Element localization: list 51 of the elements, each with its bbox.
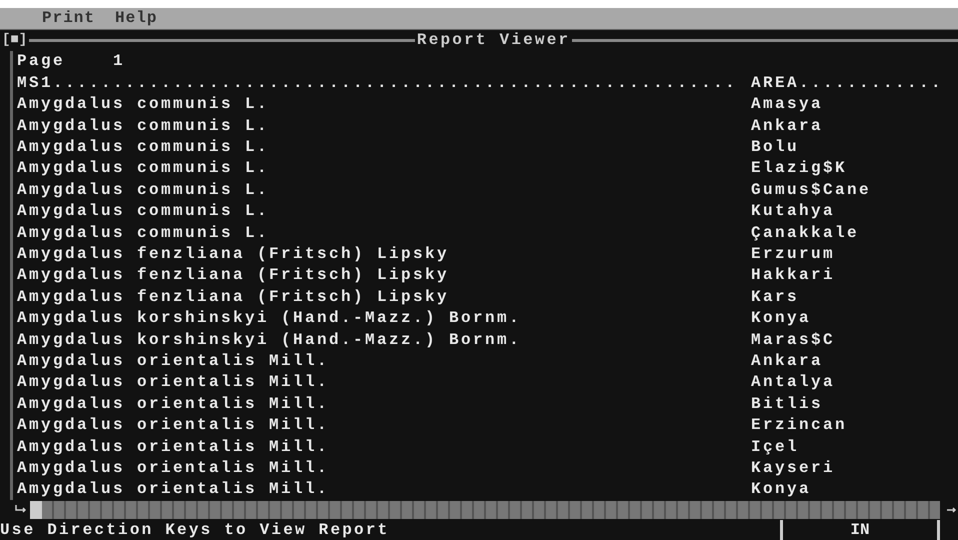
- page-number: 1: [113, 52, 126, 70]
- area-name: Konya: [751, 309, 812, 328]
- area-name: Erzincan: [751, 416, 848, 434]
- area-name: Elazig$K: [751, 159, 848, 178]
- area-name: Bolu: [751, 138, 800, 156]
- column-header: AREA............: [751, 74, 944, 92]
- area-name: Kars: [751, 288, 800, 306]
- area-name: Antalya: [751, 373, 836, 392]
- input-mode: IN: [780, 520, 940, 540]
- species-name: Amygdalus korshinskyi (Hand.-Mazz.) Bornm.: [17, 309, 522, 328]
- right-arrow-icon[interactable]: [946, 505, 958, 515]
- species-name: Amygdalus communis L.: [17, 224, 270, 242]
- area-name: Gumus$Cane: [751, 180, 872, 199]
- species-name: Amygdalus communis L.: [17, 95, 270, 114]
- species-name: Amygdalus orientalis Mill.: [17, 480, 330, 498]
- species-name: Amygdalus orientalis Mill.: [17, 352, 330, 370]
- close-button[interactable]: [■]: [0, 32, 30, 48]
- area-name: Amasya: [751, 95, 824, 114]
- page-label: Page: [17, 52, 66, 70]
- species-name: Amygdalus orientalis Mill.: [17, 458, 330, 477]
- area-name: Kutahya: [751, 202, 836, 220]
- area-name: Ankara: [751, 352, 824, 370]
- species-name: Amygdalus communis L.: [17, 159, 270, 178]
- area-name: Maras$C: [751, 330, 836, 349]
- horizontal-scrollbar[interactable]: [30, 501, 940, 519]
- area-name: Konya: [751, 480, 812, 498]
- species-name: Amygdalus fenzliana (Fritsch) Lipsky: [17, 266, 450, 284]
- status-hint: Use Direction Keys to View Report: [0, 521, 390, 539]
- species-name: Amygdalus orientalis Mill.: [17, 394, 330, 413]
- species-name: Amygdalus communis L.: [17, 138, 270, 156]
- species-name: Amygdalus fenzliana (Fritsch) Lipsky: [17, 245, 450, 263]
- left-arrow-icon[interactable]: [14, 505, 26, 515]
- species-name: Amygdalus communis L.: [17, 180, 270, 199]
- window-title: Report Viewer: [416, 31, 572, 50]
- species-name: Amygdalus fenzliana (Fritsch) Lipsky: [17, 288, 450, 306]
- menu-item[interactable]: Print: [42, 9, 96, 28]
- area-name: Çanakkale: [751, 224, 860, 242]
- species-name: Amygdalus communis L.: [17, 116, 270, 135]
- area-name: Bitlis: [751, 394, 824, 413]
- species-name: Amygdalus orientalis Mill.: [17, 438, 330, 456]
- area-name: Kayseri: [751, 458, 836, 477]
- species-name: Amygdalus communis L.: [17, 202, 270, 220]
- area-name: Hakkari: [751, 266, 836, 284]
- menu-item[interactable]: Help: [115, 9, 158, 28]
- area-name: Erzurum: [751, 245, 836, 263]
- species-name: Amygdalus orientalis Mill.: [17, 373, 330, 392]
- column-header: MS1.........................................................: [17, 74, 738, 92]
- species-name: Amygdalus korshinskyi (Hand.-Mazz.) Bornm.: [17, 330, 522, 349]
- area-name: Içel: [751, 438, 800, 456]
- area-name: Ankara: [751, 116, 824, 135]
- species-name: Amygdalus orientalis Mill.: [17, 416, 330, 434]
